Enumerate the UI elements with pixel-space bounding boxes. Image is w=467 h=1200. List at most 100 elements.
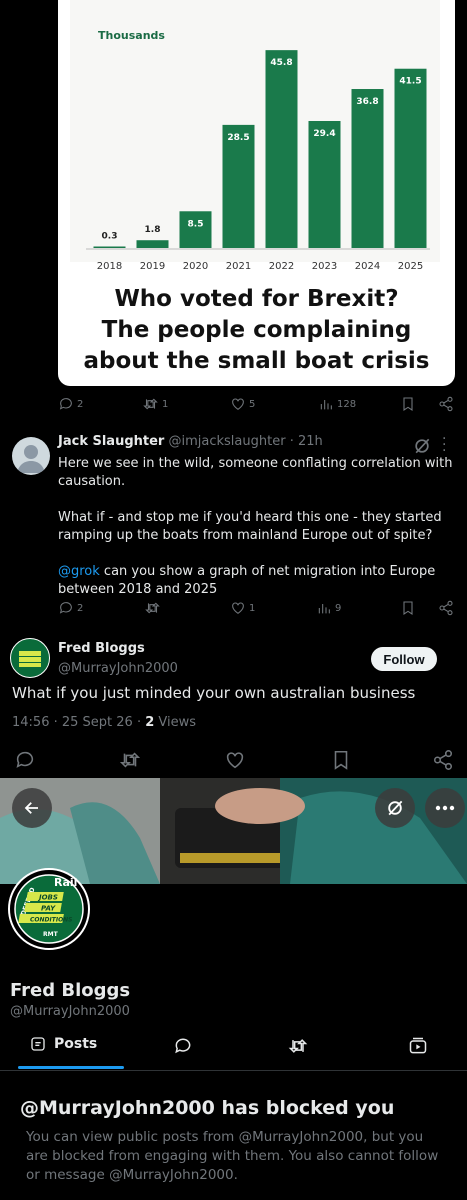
- headline-line-2: The people complaining: [101, 317, 412, 343]
- follow-button[interactable]: Follow: [371, 647, 437, 671]
- rmt-logo-small: [12, 640, 48, 676]
- views-button[interactable]: 9: [316, 600, 341, 616]
- reply-button[interactable]: 2: [58, 396, 83, 412]
- views-button[interactable]: 128: [318, 396, 356, 412]
- x-tick-2020: 2020: [183, 261, 208, 272]
- bar-2022: [265, 50, 298, 249]
- headline-line-1: Who voted for Brexit?: [114, 286, 399, 312]
- chart-image-card[interactable]: Thousands 0.3 2018 1.8 2019 8.5 2020 28.5 2021 4…: [58, 0, 455, 386]
- data-label-2025: 41.5: [399, 77, 421, 87]
- x-tick-2024: 2024: [355, 261, 380, 272]
- bookmark-icon: [403, 601, 413, 615]
- logo-pay-text: PAY: [41, 905, 56, 913]
- heart-icon[interactable]: [224, 749, 246, 771]
- grok-mention-link[interactable]: @grok: [58, 564, 100, 579]
- share-icon[interactable]: [432, 749, 454, 771]
- author-handle[interactable]: @MurrayJohn2000: [58, 661, 178, 676]
- repost-button[interactable]: [144, 600, 161, 616]
- reply-body: Here we see in the wild, someone conflat…: [58, 455, 453, 599]
- like-button[interactable]: 5: [230, 396, 255, 412]
- blocked-description: You can view public posts from @MurrayJo…: [26, 1129, 439, 1183]
- arrow-left-icon: [24, 802, 38, 814]
- tab-posts[interactable]: Posts: [30, 1036, 97, 1052]
- profile-avatar[interactable]: Rail DEFEND JOBS PAY CONDITIONS RMT: [8, 868, 90, 950]
- bar-chart: Thousands 0.3 2018 1.8 2019 8.5 2020 28.5 2021 4…: [70, 0, 440, 272]
- author-name[interactable]: Fred Bloggs: [58, 641, 145, 656]
- reply-icon: [59, 398, 72, 410]
- author-handle[interactable]: @imjackslaughter: [168, 434, 285, 449]
- profile-name: Fred Bloggs: [10, 980, 131, 1001]
- view-count: 128: [337, 398, 357, 410]
- share-button[interactable]: [438, 600, 454, 616]
- reply-action-bar: 2 1 9: [58, 600, 458, 622]
- more-button[interactable]: [425, 788, 465, 828]
- blocked-title: @MurrayJohn2000 has blocked you: [20, 1097, 395, 1119]
- reply-button[interactable]: 2: [58, 600, 83, 616]
- rmt-defend-rail-logo: Rail DEFEND JOBS PAY CONDITIONS RMT: [8, 868, 90, 950]
- repost-button[interactable]: 1: [142, 396, 168, 412]
- bookmark-button[interactable]: [400, 600, 416, 616]
- reply-header: Jack Slaughter @imjackslaughter · 21h: [58, 434, 323, 449]
- data-label-2021: 28.5: [227, 133, 249, 143]
- tweet-timestamp[interactable]: 14:56 · 25 Sept 26 ·: [12, 715, 145, 730]
- logo-conditions-text: CONDITIONS: [30, 917, 73, 924]
- bar-2020: [179, 211, 212, 248]
- more-options-icon[interactable]: · · ·: [442, 432, 446, 458]
- profile-handle: @MurrayJohn2000: [10, 1004, 130, 1019]
- data-label-2024: 36.8: [356, 97, 378, 107]
- headline-line-3: about the small boat crisis: [83, 348, 430, 374]
- like-button[interactable]: 1: [230, 600, 255, 616]
- data-label-2022: 45.8: [270, 58, 292, 68]
- x-tick-2021: 2021: [226, 261, 251, 272]
- logo-rmt-text: RMT: [43, 931, 59, 938]
- reply-paragraph-3: @grok can you show a graph of net migrat…: [58, 563, 453, 599]
- repost-icon: [143, 398, 158, 410]
- x-tick-2022: 2022: [269, 261, 294, 272]
- repost-icon[interactable]: [118, 749, 142, 771]
- tab-media-icon[interactable]: [408, 1036, 428, 1056]
- data-label-2019: 1.8: [145, 225, 161, 235]
- grok-icon: [388, 800, 403, 816]
- data-label-2020: 8.5: [188, 219, 204, 229]
- chart-headline: Who voted for Brexit? The people complai…: [58, 284, 455, 377]
- avatar[interactable]: [12, 437, 50, 475]
- bar-2021: [222, 124, 255, 248]
- reply-icon[interactable]: [14, 749, 36, 771]
- tab-replies-icon[interactable]: [173, 1036, 193, 1056]
- profile-tabs: Posts: [0, 1030, 467, 1071]
- grok-button[interactable]: [375, 788, 415, 828]
- bar-2019: [136, 240, 169, 248]
- bar-2025: [394, 68, 427, 248]
- reply-paragraph-2: What if - and stop me if you'd heard thi…: [58, 510, 442, 543]
- post-time[interactable]: · 21h: [290, 434, 323, 449]
- bookmark-button[interactable]: [400, 396, 416, 412]
- tab-posts-label: Posts: [54, 1036, 98, 1052]
- more-horizontal-icon: [435, 805, 455, 811]
- data-label-2023: 29.4: [313, 129, 335, 139]
- rmt-logo-avatar[interactable]: [10, 638, 50, 678]
- share-icon: [439, 396, 453, 412]
- views-label: Views: [154, 715, 197, 730]
- like-count: 5: [249, 398, 256, 410]
- grok-icon[interactable]: [412, 436, 432, 456]
- back-button[interactable]: [12, 788, 52, 828]
- bookmark-icon: [403, 397, 413, 411]
- share-button[interactable]: [438, 396, 454, 412]
- reply-paragraph-3-text: can you show a graph of net migration in…: [58, 564, 436, 597]
- tweet-action-bar: [14, 749, 454, 773]
- reply-count: 2: [77, 602, 84, 614]
- bar-2018: [93, 246, 126, 248]
- x-tick-2025: 2025: [398, 261, 423, 272]
- heart-icon: [232, 602, 244, 614]
- posts-icon: [31, 1037, 45, 1051]
- tweet-text: What if you just minded your own austral…: [12, 684, 416, 702]
- heart-icon: [232, 398, 244, 410]
- share-icon: [439, 600, 453, 616]
- tweet-view-count: 2: [145, 715, 155, 730]
- views-icon: [320, 400, 332, 410]
- author-name[interactable]: Jack Slaughter: [58, 434, 164, 449]
- active-tab-indicator: [18, 1066, 124, 1069]
- tab-reposts-icon[interactable]: [287, 1036, 309, 1056]
- bookmark-icon[interactable]: [330, 749, 352, 771]
- logo-rail-text: Rail: [54, 876, 77, 889]
